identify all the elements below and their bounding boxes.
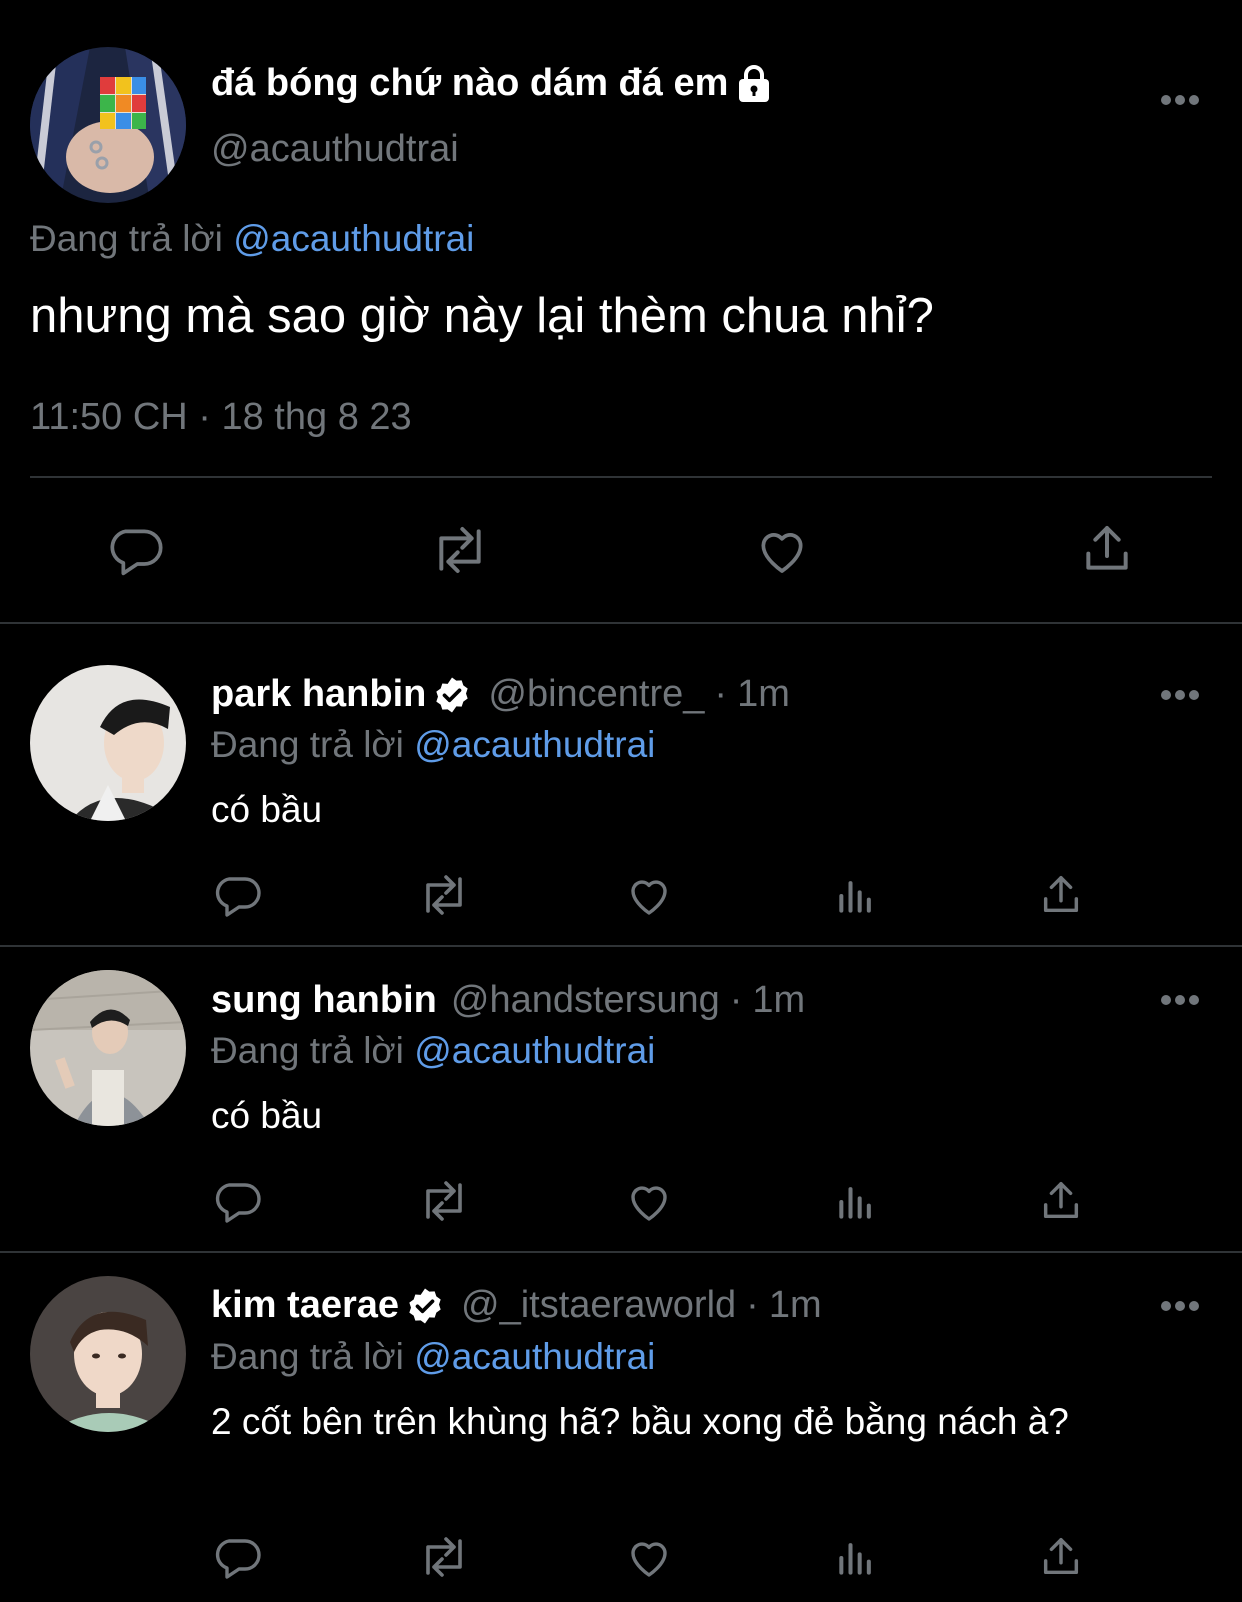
reply-author-handle[interactable]: @bincentre_ (488, 673, 704, 716)
main-author-name-row[interactable]: đá bóng chứ nào dám đá em (211, 62, 772, 105)
main-tweet-timestamp[interactable]: 11:50 CH · 18 thg 8 23 (30, 396, 412, 439)
replying-mention-link[interactable]: @acauthudtrai (414, 1030, 655, 1071)
retweet-icon (416, 1533, 472, 1581)
like-icon (753, 522, 811, 578)
more-icon[interactable] (1160, 993, 1200, 1005)
views-button[interactable] (832, 1534, 880, 1582)
replying-mention-link[interactable]: @acauthudtrai (414, 1336, 655, 1377)
separator-dot: · (714, 673, 728, 715)
share-icon (1038, 1177, 1084, 1225)
more-icon[interactable] (1160, 93, 1200, 105)
reply-button[interactable] (212, 1532, 262, 1582)
divider (0, 945, 1242, 947)
lock-icon (736, 64, 772, 104)
views-button[interactable] (832, 1178, 880, 1226)
reply-author-avatar[interactable] (30, 970, 186, 1126)
retweet-button[interactable] (425, 520, 495, 580)
reply-button[interactable] (212, 870, 262, 920)
reply-time[interactable]: 1m (769, 1284, 822, 1327)
verified-badge-icon (405, 1286, 445, 1326)
reply-header: park hanbin @bincentre_ · 1m (211, 673, 790, 716)
reply-icon (213, 871, 261, 919)
reply-author-avatar[interactable] (30, 1276, 186, 1432)
like-icon (624, 871, 674, 919)
main-tweet-text: nhưng mà sao giờ này lại thèm chua nhỉ? (30, 289, 934, 343)
reply-author-handle[interactable]: @handstersung (451, 979, 720, 1022)
like-icon (624, 1177, 674, 1225)
views-button[interactable] (832, 872, 880, 920)
reply-text: 2 cốt bên trên khùng hã? bầu xong đẻ bằn… (211, 1401, 1069, 1442)
like-button[interactable] (624, 870, 674, 920)
share-button[interactable] (1037, 1532, 1085, 1582)
reply-time[interactable]: 1m (737, 673, 790, 716)
replying-prefix: Đang trả lời (30, 218, 223, 259)
like-button[interactable] (624, 1532, 674, 1582)
like-icon (624, 1533, 674, 1581)
share-icon (1038, 871, 1084, 919)
reply-replying-to: Đang trả lời @acauthudtrai (211, 724, 655, 766)
replying-prefix: Đang trả lời (211, 1030, 404, 1071)
more-icon[interactable] (1160, 688, 1200, 700)
main-author-avatar[interactable] (30, 47, 186, 203)
reply-author-name[interactable]: sung hanbin (211, 979, 437, 1022)
replying-mention-link[interactable]: @acauthudtrai (414, 724, 655, 765)
main-replying-to: Đang trả lời @acauthudtrai (30, 218, 474, 260)
separator-dot: · (746, 1284, 759, 1326)
reply-header: sung hanbin @handstersung · 1m (211, 979, 805, 1022)
retweet-button[interactable] (415, 1532, 473, 1582)
share-button[interactable] (1037, 1176, 1085, 1226)
reply-button[interactable] (105, 520, 165, 580)
divider (0, 1251, 1242, 1253)
main-author-handle[interactable]: @acauthudtrai (211, 128, 459, 171)
separator-dot: · (729, 979, 743, 1021)
retweet-button[interactable] (415, 870, 473, 920)
views-chart-icon (834, 1180, 878, 1224)
divider (0, 622, 1242, 624)
share-icon (1079, 520, 1135, 578)
reply-author-name[interactable]: kim taerae (211, 1284, 399, 1327)
replying-prefix: Đang trả lời (211, 1336, 404, 1377)
divider (30, 476, 1212, 478)
reply-icon (213, 1533, 261, 1581)
share-button[interactable] (1077, 518, 1137, 580)
like-button[interactable] (752, 520, 812, 580)
replying-prefix: Đang trả lời (211, 724, 404, 765)
retweet-icon (416, 871, 472, 919)
retweet-icon (416, 1177, 472, 1225)
like-button[interactable] (624, 1176, 674, 1226)
share-icon (1038, 1533, 1084, 1581)
more-icon[interactable] (1160, 1299, 1200, 1311)
reply-time[interactable]: 1m (752, 979, 805, 1022)
main-author-name[interactable]: đá bóng chứ nào dám đá em (211, 62, 728, 105)
replying-mention-link[interactable]: @acauthudtrai (233, 218, 474, 259)
reply-author-avatar[interactable] (30, 665, 186, 821)
verified-badge-icon (432, 675, 472, 715)
reply-text: có bầu (211, 789, 323, 830)
reply-icon (213, 1177, 261, 1225)
retweet-button[interactable] (415, 1176, 473, 1226)
views-chart-icon (834, 874, 878, 918)
reply-replying-to: Đang trả lời @acauthudtrai (211, 1336, 655, 1378)
retweet-icon (427, 522, 493, 578)
reply-button[interactable] (212, 1176, 262, 1226)
reply-text: có bầu (211, 1095, 323, 1136)
tweet-thread-page: đá bóng chứ nào dám đá em @acauthudtrai … (0, 0, 1242, 1602)
reply-icon (107, 522, 163, 578)
reply-author-name[interactable]: park hanbin (211, 673, 426, 716)
views-chart-icon (834, 1536, 878, 1580)
share-button[interactable] (1037, 870, 1085, 920)
reply-header: kim taerae @_itstaeraworld · 1m (211, 1284, 822, 1327)
reply-author-handle[interactable]: @_itstaeraworld (461, 1284, 736, 1327)
reply-replying-to: Đang trả lời @acauthudtrai (211, 1030, 655, 1072)
